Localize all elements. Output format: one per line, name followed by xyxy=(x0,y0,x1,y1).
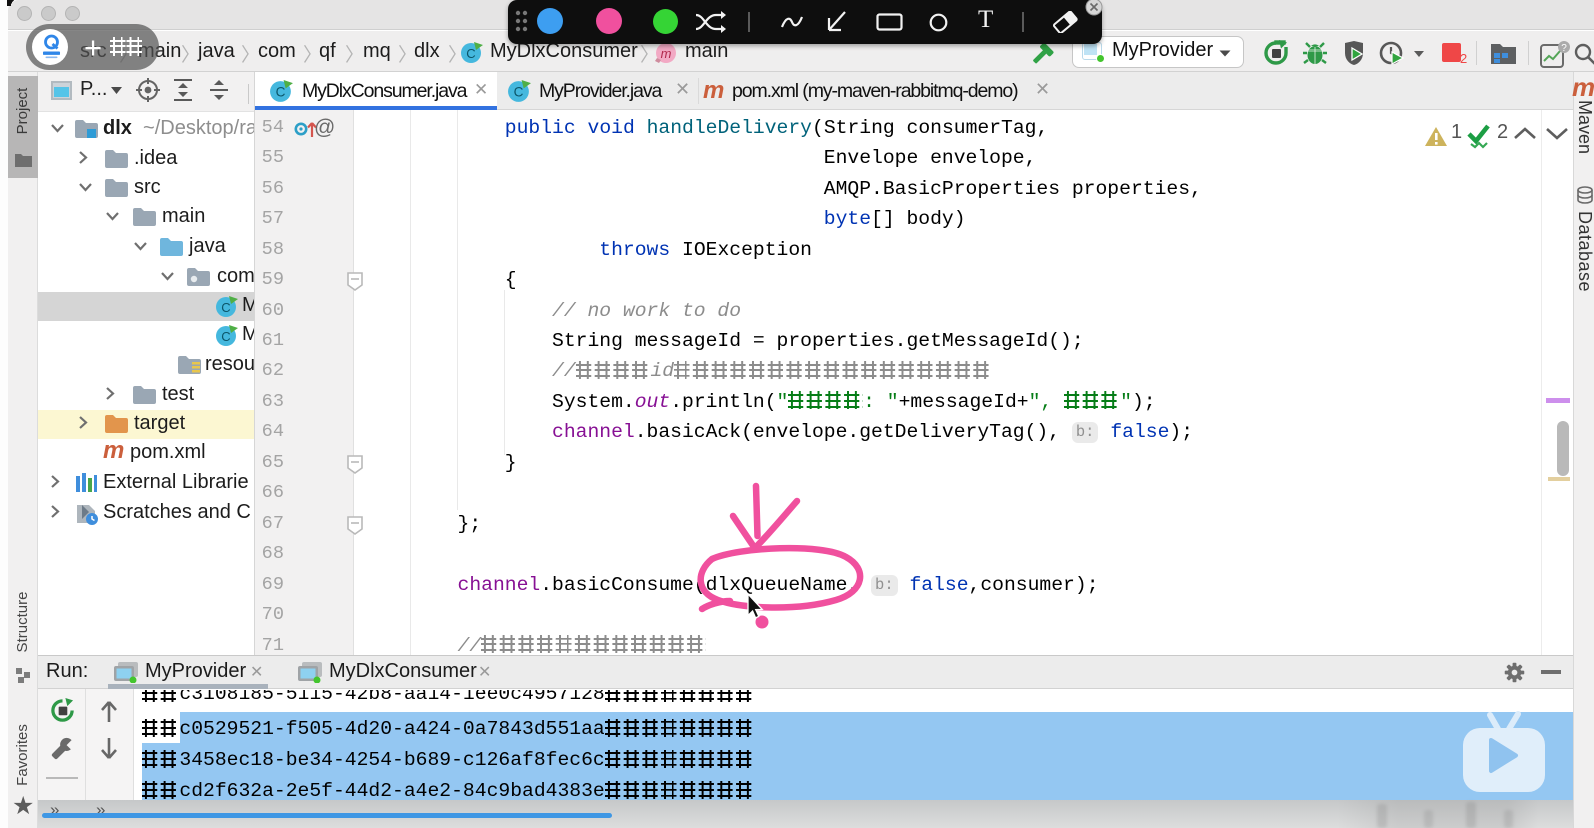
svg-text:C: C xyxy=(221,300,230,315)
svg-text:C: C xyxy=(221,329,230,344)
svg-text:?: ? xyxy=(1561,43,1567,54)
svg-text:C: C xyxy=(466,46,475,61)
svg-text:C: C xyxy=(514,85,524,100)
svg-text:m: m xyxy=(661,46,672,61)
svg-text:C: C xyxy=(276,85,286,100)
